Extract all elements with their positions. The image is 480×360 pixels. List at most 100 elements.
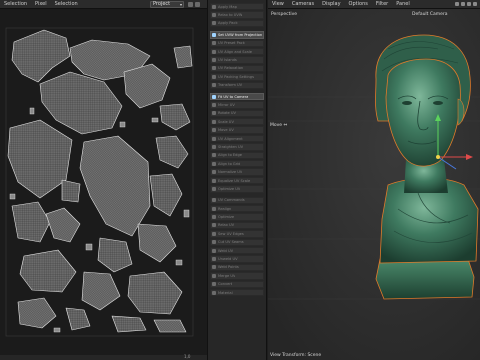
tool-button[interactable]: Equalize UV Scale: [210, 176, 264, 185]
3d-viewport[interactable]: View Cameras Display Options Filter Pane…: [268, 0, 480, 360]
tool-icon: [212, 41, 216, 46]
tool-icon: [212, 94, 216, 99]
viewport-scene[interactable]: [268, 9, 480, 360]
viewport-move-label: Move ⇔: [270, 123, 288, 128]
tool-button[interactable]: Unweld UV: [210, 255, 264, 263]
tool-icon: [212, 282, 216, 287]
tool-button[interactable]: UV Packing Settings: [210, 73, 264, 81]
uv-menu-item-3[interactable]: Selection: [51, 1, 82, 7]
tool-icon: [212, 248, 216, 253]
tool-label: Material: [218, 290, 233, 295]
tool-label: Align to Edge: [218, 153, 242, 158]
uv-map-svg: [0, 10, 207, 355]
lock-icon[interactable]: [188, 2, 193, 7]
tool-button[interactable]: Merge UV: [210, 272, 264, 280]
tool-icon: [212, 223, 216, 228]
tool-icon: [212, 21, 216, 26]
tool-button[interactable]: Optimize UV: [210, 185, 264, 193]
tool-button[interactable]: Normalize UV: [210, 168, 264, 176]
tool-label: UV Align and Scale: [218, 49, 252, 54]
uv-project-dropdown-value: Project: [153, 1, 171, 7]
tool-icon: [212, 231, 216, 236]
tool-label: Relax UV: [218, 223, 235, 228]
tool-icon: [212, 102, 216, 107]
tool-label: Straighten UV: [218, 144, 244, 149]
viewport-menu-options[interactable]: Options: [345, 1, 372, 7]
tool-button[interactable]: Convert: [210, 280, 264, 288]
tool-icon: [212, 136, 216, 141]
tool-button[interactable]: Straighten UV: [210, 143, 264, 151]
tool-button[interactable]: Weld Points: [210, 263, 264, 272]
viewport-menu-cameras[interactable]: Cameras: [288, 1, 318, 7]
uv-status-bar: 1,0: [0, 354, 207, 360]
viewport-menu-view[interactable]: View: [268, 1, 288, 7]
zoom-icon[interactable]: [461, 2, 465, 6]
viewport-menu-display[interactable]: Display: [318, 1, 344, 7]
viewport-menu-panel[interactable]: Panel: [392, 1, 414, 7]
tool-button[interactable]: Rotate UV: [210, 109, 264, 118]
tool-icon: [212, 206, 216, 211]
uv-canvas[interactable]: [0, 10, 207, 355]
uv-menubar: Selection Pixel Selection Project ▾: [0, 0, 207, 9]
tool-button[interactable]: Move UV: [210, 126, 264, 134]
tool-button[interactable]: Cut UV Seams: [210, 238, 264, 246]
uv-island: [153, 319, 187, 333]
tool-label: Weld UV: [218, 248, 234, 253]
viewport-camera-label[interactable]: Default Camera: [412, 12, 448, 17]
tool-button[interactable]: UV Commands: [210, 196, 264, 204]
tool-button[interactable]: Transform UV: [210, 81, 264, 89]
bust-eye-right: [433, 101, 443, 105]
tool-button[interactable]: Sew UV Edges: [210, 230, 264, 238]
uv-menu-item-2[interactable]: Pixel: [31, 1, 51, 7]
tool-button[interactable]: Optimize: [210, 213, 264, 221]
uv-menu-item-1[interactable]: Selection: [0, 1, 31, 7]
tool-button[interactable]: Realign: [210, 204, 264, 213]
viewport-nav-icons: [455, 2, 477, 6]
tool-button[interactable]: UV Islands: [210, 56, 264, 64]
tool-button[interactable]: Scale UV: [210, 118, 264, 126]
uv-fragment: [29, 107, 35, 115]
tool-label: Apply Pack: [218, 21, 238, 26]
tool-list: Apply Map Relax to UVW Apply Pack Set UVW f…: [208, 3, 266, 297]
tool-button[interactable]: Mirror UV: [210, 101, 264, 109]
tool-label: Realign: [218, 206, 232, 211]
tool-label: Cut UV Seams: [218, 240, 244, 245]
tool-label: Weld Points: [218, 265, 239, 270]
rotate-icon[interactable]: [467, 2, 471, 6]
bust-pedestal: [375, 258, 475, 300]
tool-label: Normalize UV: [218, 170, 243, 175]
tool-label: Sew UV Edges: [218, 231, 244, 236]
tool-button[interactable]: UV Align and Scale: [210, 47, 264, 56]
tool-button[interactable]: UV Preset Pack: [210, 39, 264, 47]
pan-icon[interactable]: [455, 2, 459, 6]
tool-button[interactable]: Relax UV: [210, 221, 264, 230]
tool-icon: [212, 240, 216, 245]
tool-button[interactable]: Set UVW from Projection: [210, 31, 264, 39]
uv-fragment: [183, 209, 190, 218]
tool-button[interactable]: Align to Grid: [210, 160, 264, 168]
tool-button[interactable]: Relax to UVW: [210, 11, 264, 19]
tool-button[interactable]: Apply Pack: [210, 19, 264, 28]
viewport-perspective-label[interactable]: Perspective: [271, 12, 297, 17]
uv-corner-label: 1,0: [184, 354, 191, 359]
expand-icon[interactable]: [195, 2, 200, 7]
tool-label: Apply Map: [218, 4, 237, 9]
tool-button[interactable]: Weld UV: [210, 246, 264, 255]
tool-icon: [212, 58, 216, 63]
uv-fragment: [119, 121, 126, 128]
uv-project-dropdown[interactable]: Project ▾: [150, 1, 184, 8]
tool-button[interactable]: UV Alignment: [210, 134, 264, 143]
tool-button[interactable]: UV Relaxation: [210, 64, 264, 73]
tool-button[interactable]: Material: [210, 288, 264, 297]
viewport-menu-filter[interactable]: Filter: [372, 1, 392, 7]
tool-button[interactable]: Align to Edge: [210, 151, 264, 160]
tool-button[interactable]: Fit UV to Camera: [210, 92, 264, 101]
tool-icon: [212, 66, 216, 71]
tool-button[interactable]: Apply Map: [210, 3, 264, 11]
tool-label: UV Packing Settings: [218, 74, 254, 79]
tool-label: Mirror UV: [218, 102, 235, 107]
tool-label: Fit UV to Camera: [218, 94, 249, 99]
maximize-icon[interactable]: [473, 2, 477, 6]
viewport-menubar: View Cameras Display Options Filter Pane…: [268, 0, 480, 9]
tool-icon: [212, 111, 216, 116]
